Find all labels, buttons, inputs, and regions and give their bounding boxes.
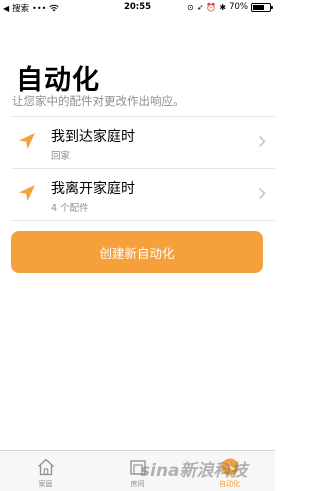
bluetooth-icon: ✱ <box>219 2 227 12</box>
page-subtitle: 让您家中的配件对更改作出响应。 <box>12 94 185 108</box>
status-right: ⊙ ➶ ⏰ ✱ 70% <box>187 2 273 12</box>
automation-row-leave-home[interactable]: 我离开家庭时 4 个配件 <box>0 169 275 220</box>
automation-row-arrive-home[interactable]: 我到达家庭时 回家 <box>0 117 275 168</box>
page-title: 自动化 <box>16 65 100 96</box>
tab-label: 家庭 <box>38 480 53 488</box>
location-icon: ➶ <box>196 2 204 12</box>
alarm-icon: ⏰ <box>206 2 217 12</box>
chevron-right-icon <box>258 135 266 148</box>
automation-title: 我离开家庭时 <box>51 181 135 197</box>
battery-icon <box>251 2 273 12</box>
automation-subtitle: 4 个配件 <box>51 203 89 214</box>
battery-fill <box>253 4 264 10</box>
battery-percentage: 70% <box>229 2 248 12</box>
automation-list: 我到达家庭时 回家 我离开家庭时 4 个配件 <box>0 116 275 221</box>
battery-tip <box>271 5 273 9</box>
rotation-lock-icon: ⊙ <box>187 2 194 12</box>
location-arrow-icon <box>19 133 35 149</box>
location-arrow-icon <box>19 185 35 201</box>
automation-subtitle: 回家 <box>51 151 71 162</box>
status-bar: ◀ 搜索 ••• 20:55 ⊙ ➶ ⏰ ✱ 70% <box>0 0 275 14</box>
chevron-right-icon <box>258 187 266 200</box>
home-icon <box>37 458 54 476</box>
create-automation-button[interactable]: 创建新自动化 <box>11 231 263 273</box>
divider <box>12 220 275 221</box>
watermark: sina新浪科技 <box>140 461 248 481</box>
automation-title: 我到达家庭时 <box>51 129 135 145</box>
tab-home[interactable]: 家庭 <box>0 451 91 491</box>
